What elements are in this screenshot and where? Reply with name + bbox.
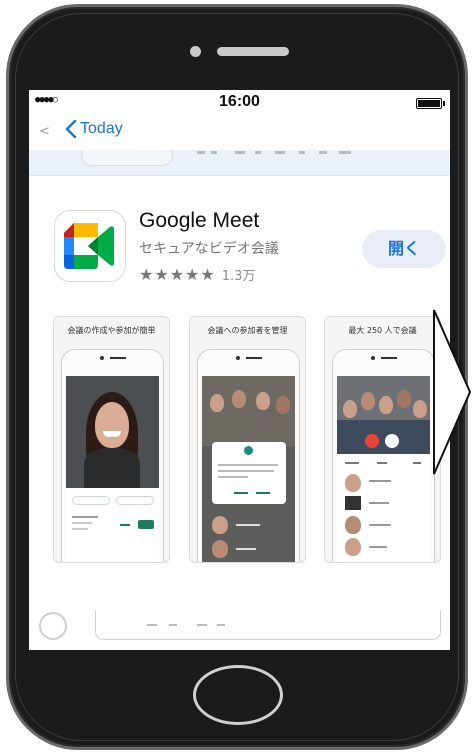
mini-phone-frame (332, 349, 435, 562)
navigation-bar: < Today (29, 116, 450, 148)
screenshot-caption: 会議の作成や参加が簡単 (67, 326, 156, 335)
video-call-preview (66, 376, 159, 562)
screenshot-card-manage-participants[interactable]: 会議への参加者を管理 (189, 316, 306, 563)
home-button[interactable] (193, 665, 283, 725)
rating-row: ★★★★★ 1.3万 (139, 265, 255, 284)
mini-phone-frame (197, 349, 300, 562)
scroll-chevron-icon: < (39, 124, 50, 139)
next-arrow-icon[interactable] (432, 308, 472, 476)
group-call-preview (337, 376, 430, 562)
front-camera (190, 46, 201, 57)
back-button[interactable]: Today (65, 120, 123, 138)
mini-phone-frame (61, 349, 164, 562)
screenshot-card-create-join[interactable]: 会議の作成や参加が簡単 (53, 316, 170, 563)
google-meet-app-icon[interactable] (54, 210, 126, 282)
meet-logo-icon (64, 223, 114, 269)
open-app-button[interactable]: 開く (362, 230, 446, 268)
bottom-row-icon (39, 612, 67, 640)
screenshot-card-250-participants[interactable]: 最大 250 人で会議 (324, 316, 441, 563)
app-title: Google Meet (139, 209, 260, 232)
status-bar: ●●●●○ 16:00 (29, 90, 450, 116)
battery-icon (416, 98, 445, 109)
status-time: 16:00 (219, 93, 260, 110)
earpiece-speaker (217, 47, 289, 56)
rating-count: 1.3万 (221, 269, 256, 284)
back-button-label: Today (80, 120, 123, 137)
header-banner-strip (29, 150, 450, 176)
screenshot-caption: 会議への参加者を管理 (207, 326, 288, 335)
participant-grid-preview (202, 376, 295, 562)
chevron-left-icon (65, 120, 77, 138)
star-rating-icon: ★★★★★ (139, 265, 216, 284)
banner-pill (81, 150, 173, 166)
phone-screen: ●●●●○ 16:00 < Today Google Meet セキュアなビデオ… (29, 90, 450, 650)
screenshot-caption: 最大 250 人で会議 (348, 326, 417, 335)
app-subtitle: セキュアなビデオ会議 (139, 241, 279, 257)
